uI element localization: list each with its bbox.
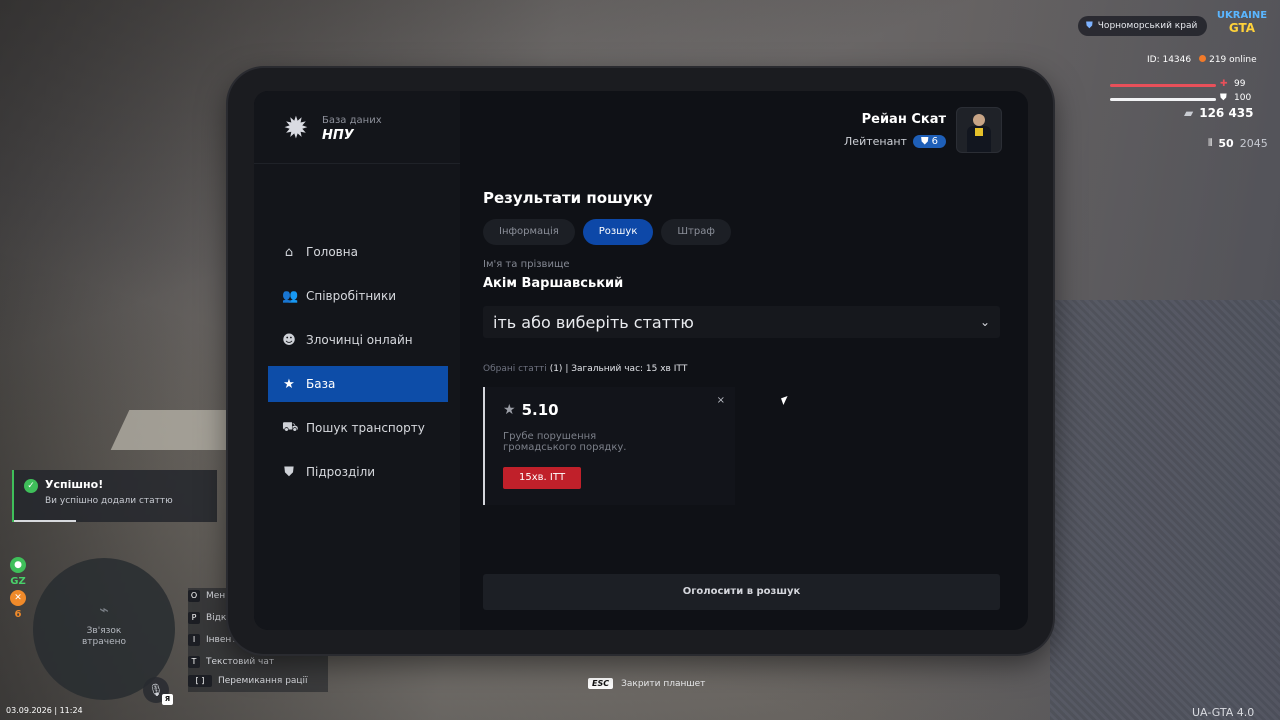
people-icon: 👥 [282, 288, 299, 304]
esc-hint-text: Закрити планшет [621, 678, 706, 689]
mic-key-badge: Я [162, 694, 173, 705]
toast-title: Успішно! [45, 478, 104, 491]
ammo-clip: 50 [1218, 137, 1234, 150]
sidebar-item-home[interactable]: ⌂ Головна [268, 234, 448, 270]
date-time: 03.09.2026 | 11:24 [6, 706, 83, 715]
article-select-text: іть або виберіть статтю [493, 312, 694, 332]
armor-bar [1110, 98, 1216, 101]
sidebar-item-criminals-online[interactable]: ☻ Злочинці онлайн [268, 322, 448, 358]
article-description: Грубе порушення громадського порядку. [503, 431, 627, 453]
background-rug [1050, 300, 1280, 720]
health-value: 99 [1234, 79, 1246, 89]
tab-information[interactable]: Інформація [483, 219, 575, 245]
sidebar-nav: ⌂ Головна 👥 Співробітники ☻ Злочинці онл… [268, 234, 448, 498]
signal-lost-text: Зв'язок втрачено [81, 626, 127, 647]
key-hint-row: T Текстовий чат [188, 656, 274, 668]
gz-label: GZ [10, 576, 26, 587]
ammo-display: ⦀ 50 2045 [1208, 137, 1268, 150]
sidebar-item-divisions[interactable]: ⛊ Підрозділи [268, 454, 448, 490]
logo-subtitle: База даних [322, 115, 382, 126]
health-icon: ✚ [1220, 79, 1228, 89]
money-display: ▰ 126 435 [1184, 106, 1254, 120]
ammo-total: 2045 [1239, 137, 1268, 150]
tab-wanted[interactable]: Розшук [582, 219, 654, 245]
game-logo: UKRAINE GTA [1216, 10, 1268, 35]
selected-articles-summary: Обрані статті (1) | Загальний час: 15 хв… [483, 364, 688, 374]
star-icon: ★ [503, 402, 516, 418]
tab-fine[interactable]: Штраф [661, 219, 731, 245]
region-indicator: ⛊ Чорноморський край [1078, 16, 1208, 36]
logo-title: НПУ [322, 128, 354, 143]
esc-key: ESC [588, 678, 614, 689]
article-select[interactable]: іть або виберіть статтю ⌄ [483, 306, 1000, 338]
sidebar-item-database[interactable]: ★ База [268, 366, 448, 402]
armor-icon: ⛊ [1220, 93, 1227, 103]
sidebar-item-vehicle-search[interactable]: ⛟ Пошук транспорту [268, 410, 448, 446]
name-label: Ім'я та прізвище [483, 259, 570, 270]
article-card: × ★ 5.10 Грубе порушення громадського по… [483, 387, 735, 505]
key-hint-row: I Інвент [188, 634, 237, 646]
armor-value: 100 [1234, 93, 1252, 103]
region-shield-icon: ⛊ [1086, 21, 1093, 31]
declare-wanted-button[interactable]: Оголосити в розшук [483, 574, 1000, 610]
status-orange-icon: ✕ [10, 590, 26, 606]
car-icon: ⛟ [282, 419, 299, 435]
tabs: Інформація Розшук Штраф [483, 219, 731, 245]
side-status-icons: ● GZ ✕ 6 [9, 557, 27, 620]
tablet-screen: ✹ База даних НПУ ⌂ Головна 👥 Співробітни… [254, 91, 1028, 630]
toast-text: Ви успішно додали статтю [45, 496, 173, 506]
chevron-down-icon: ⌄ [979, 315, 990, 329]
suspect-name: Акім Варшавський [483, 276, 624, 291]
article-time-badge: 15хв. ІТТ [503, 467, 582, 489]
player-id-line: ID: 14346 219 online [1147, 55, 1257, 65]
online-count: 219 online [1199, 55, 1257, 65]
page-title: Результати пошуку [483, 189, 653, 207]
article-code: ★ 5.10 [503, 401, 559, 419]
ammo-icon: ⦀ [1208, 138, 1213, 149]
sidebar-item-employees[interactable]: 👥 Співробітники [268, 278, 448, 314]
esc-hint: ESC Закрити планшет [588, 678, 705, 689]
success-toast: ✓ Успішно! Ви успішно додали статтю [12, 470, 217, 522]
key-hint-row: P Відк [188, 612, 226, 624]
home-icon: ⌂ [284, 244, 294, 260]
divider [254, 163, 460, 164]
shield-icon: ⛊ [284, 464, 294, 480]
main-content: Результати пошуку Інформація Розшук Штра… [483, 91, 1003, 630]
money-icon: ▰ [1184, 106, 1194, 120]
side-number: 6 [14, 609, 22, 620]
online-dot-icon [1199, 55, 1207, 62]
key-hint-row: O Мен [188, 590, 225, 602]
key-hint-row: [ ] Перемикання рації [188, 675, 308, 687]
region-name: Чорноморський край [1097, 21, 1198, 31]
check-icon: ✓ [24, 479, 38, 493]
health-bar [1110, 84, 1216, 87]
star-icon: ★ [283, 376, 295, 392]
close-icon[interactable]: × [717, 395, 725, 406]
no-signal-icon: ⌁ [99, 600, 109, 619]
mask-icon: ☻ [282, 332, 296, 348]
police-star-icon: ✹ [283, 111, 309, 146]
npu-logo: ✹ База даних НПУ [280, 111, 382, 146]
sidebar: ✹ База даних НПУ ⌂ Головна 👥 Співробітни… [254, 91, 460, 630]
toast-progress [14, 520, 76, 522]
status-green-icon: ● [10, 557, 26, 573]
player-id: ID: 14346 [1147, 55, 1192, 65]
version-label: UA-GTA 4.0 [1192, 706, 1255, 719]
